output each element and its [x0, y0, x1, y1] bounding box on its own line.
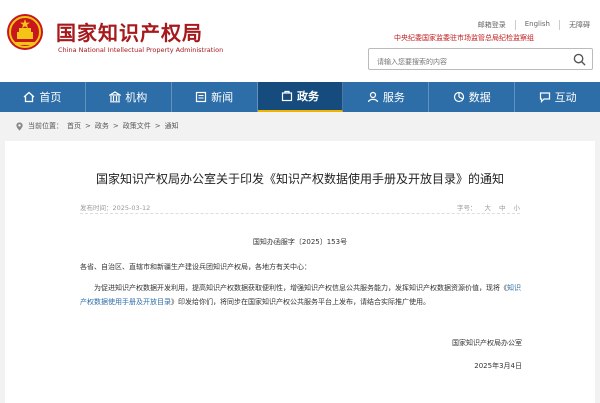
nav-label: 机构 [125, 91, 148, 104]
breadcrumb-policy-docs[interactable]: 政策文件 [123, 121, 151, 131]
document-number: 国知办函服字〔2025〕153号 [252, 238, 348, 246]
breadcrumb-home[interactable]: 首页 [67, 121, 81, 131]
breadcrumb-separator: > [85, 122, 91, 130]
breadcrumb-gov-affairs[interactable]: 政务 [95, 121, 109, 131]
site-title[interactable]: 国家知识产权局 [56, 17, 203, 46]
search-icon[interactable] [573, 53, 586, 66]
article-container: 国家知识产权局办公室关于印发《知识产权数据使用手册及开放目录》的通知 发布时间：… [5, 141, 595, 403]
breadcrumb-separator: > [112, 122, 119, 130]
font-size-medium[interactable]: 中 [499, 202, 506, 212]
meta-divider [80, 213, 520, 214]
publish-date: 2025-03-12 [112, 204, 151, 212]
nav-item-data[interactable]: 数据 [429, 82, 516, 112]
recipients: 各省、自治区、直辖市和新疆生产建设兵团知识产权局，各地方有关中心： [80, 263, 311, 271]
article-title: 国家知识产权局办公室关于印发《知识产权数据使用手册及开放目录》的通知 [95, 172, 504, 186]
national-emblem-icon[interactable] [6, 12, 44, 52]
location-pin-icon [16, 121, 23, 131]
site-header: 国家知识产权局 China National Intellectual Prop… [0, 0, 600, 82]
nav-item-service[interactable]: 服务 [343, 82, 430, 112]
nav-label: 互动 [554, 91, 577, 104]
search-box [368, 48, 593, 72]
nav-item-gov-affairs[interactable]: 政务 [257, 82, 344, 112]
font-size-switcher: 字号： 大 中 小 [457, 202, 520, 212]
discipline-notice-link[interactable]: 中央纪委国家监委驻市场监管总局纪检监察组 [394, 33, 534, 43]
body-text-after: 》印发给你们，将同步在国家知识产权公共服务平台上发布，请结合实际推广使用。 [171, 298, 430, 306]
top-links: 邮箱登录 English 无障碍 [469, 20, 590, 30]
search-input[interactable] [369, 52, 559, 72]
nav-label: 首页 [39, 91, 62, 104]
signature-date: 2025年3月4日 [474, 362, 522, 370]
body-paragraph: 为促进知识产权数据开发利用，提高知识产权数据获取便利性，增强知识产权信息公共服务… [80, 281, 525, 309]
breadcrumb-notice[interactable]: 通知 [165, 121, 179, 131]
breadcrumb-prefix: 当前位置： [28, 122, 63, 130]
site-title-en: China National Intellectual Property Adm… [58, 46, 224, 54]
publish-label: 发布时间： [80, 204, 113, 212]
nav-item-home[interactable]: 首页 [0, 82, 86, 112]
breadcrumb-separator: > [154, 122, 161, 130]
nav-item-news[interactable]: 新闻 [172, 82, 258, 112]
english-link[interactable]: English [516, 20, 560, 30]
nav-label: 政务 [297, 90, 319, 103]
nav-label: 服务 [382, 91, 405, 104]
font-size-small[interactable]: 小 [514, 202, 521, 212]
service-icon [367, 91, 378, 103]
nav-label: 数据 [468, 91, 491, 104]
main-nav: 首页 机构 新闻 政务 服务 数据 互动 [0, 82, 600, 112]
home-icon [23, 91, 35, 103]
body-text-before: 为促进知识产权数据开发利用，提高知识产权数据获取便利性，增强知识产权信息公共服务… [94, 284, 507, 292]
signature-org: 国家知识产权局办公室 [452, 339, 522, 347]
font-size-large[interactable]: 大 [485, 202, 492, 212]
interaction-icon [539, 92, 550, 103]
nav-label: 新闻 [211, 91, 234, 104]
publish-info: 发布时间：2025-03-12 [80, 202, 150, 212]
mail-login-link[interactable]: 邮箱登录 [469, 20, 516, 30]
data-icon [453, 91, 464, 103]
news-icon [196, 91, 207, 103]
breadcrumb: 当前位置： 首页 > 政务 > 政策文件 > 通知 [15, 121, 179, 131]
building-icon [109, 91, 122, 103]
font-size-label: 字号： [457, 204, 477, 212]
accessibility-link[interactable]: 无障碍 [560, 20, 590, 30]
nav-item-interaction[interactable]: 互动 [515, 82, 600, 112]
gov-affairs-icon [281, 90, 293, 102]
nav-item-organization[interactable]: 机构 [86, 82, 172, 112]
